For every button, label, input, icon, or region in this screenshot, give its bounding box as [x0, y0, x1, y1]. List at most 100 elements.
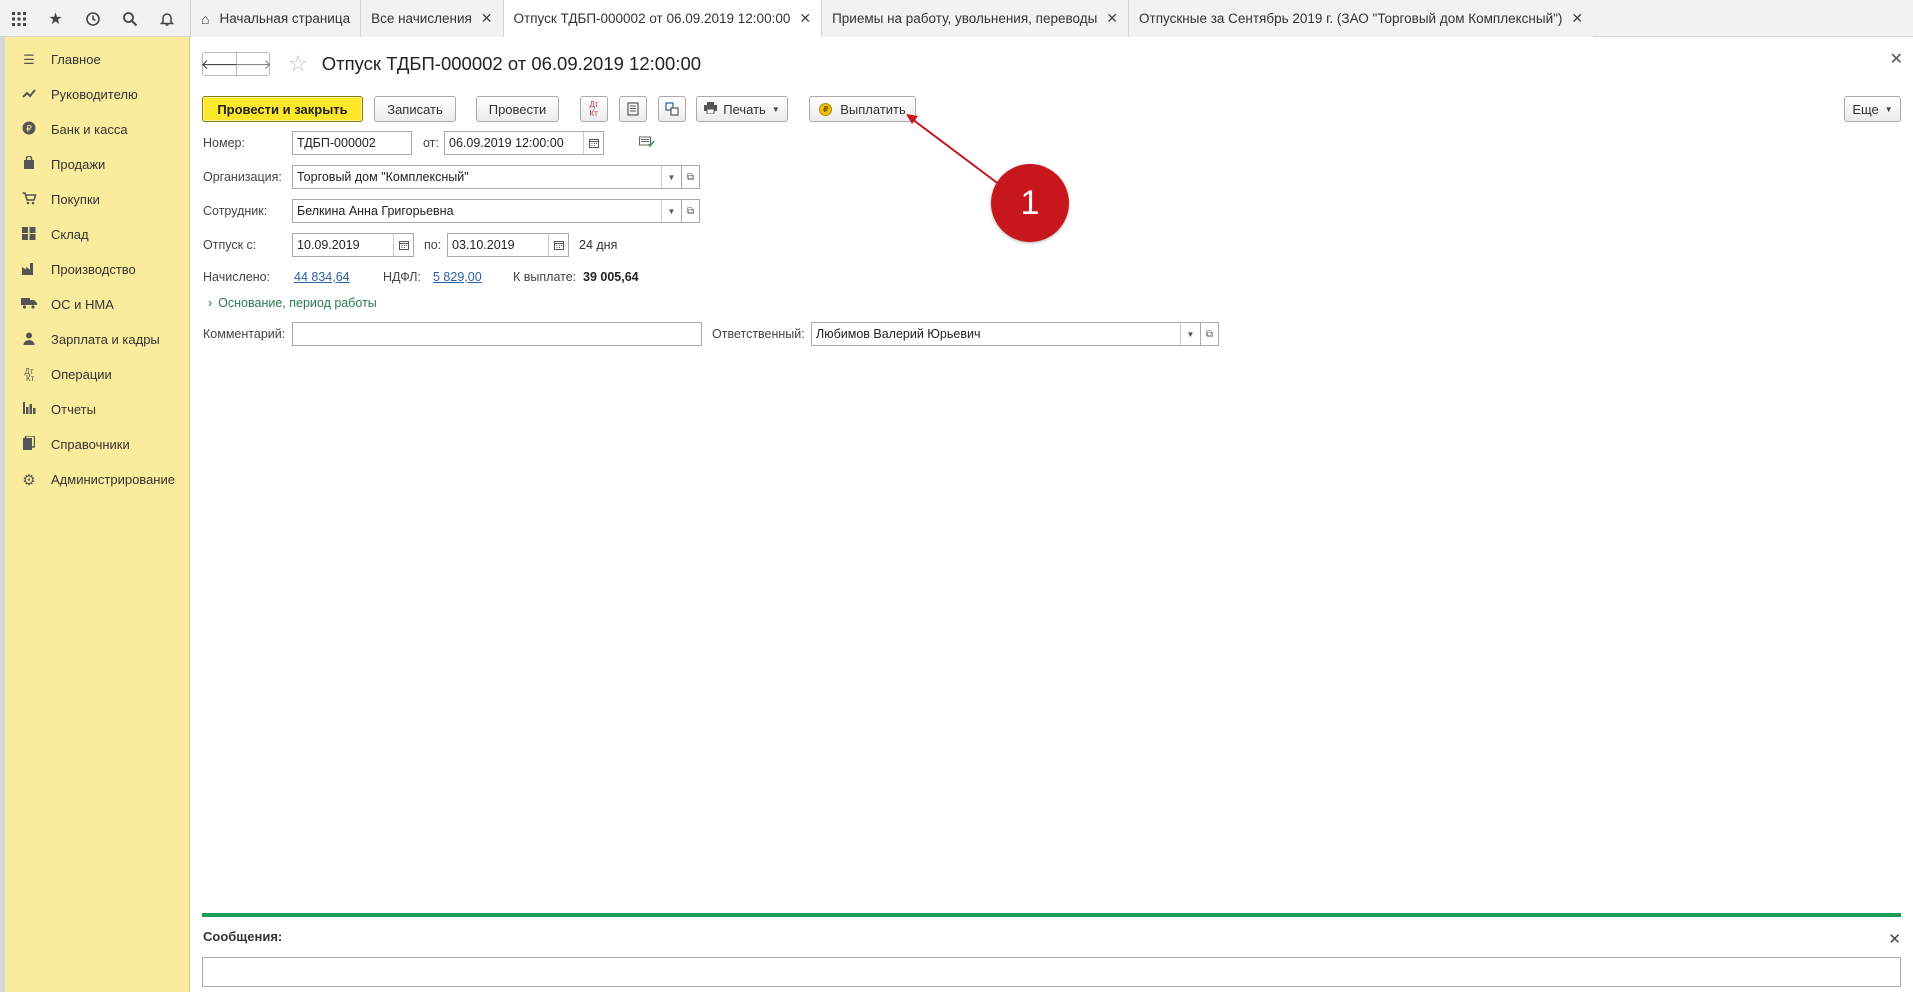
tab-vacation-document[interactable]: Отпуск ТДБП-000002 от 06.09.2019 12:00:0… — [502, 0, 822, 37]
sidebar-item-purchases[interactable]: Покупки — [5, 182, 189, 217]
sidebar-item-sales[interactable]: Продажи — [5, 147, 189, 182]
calendar-icon[interactable] — [583, 132, 603, 154]
tab-hiring-transfers[interactable]: Приемы на работу, увольнения, переводы ✕ — [821, 0, 1129, 37]
number-field[interactable]: ТДБП-000002 — [292, 131, 412, 155]
sidebar-item-label: Операции — [51, 367, 112, 382]
chevron-down-icon[interactable]: ▼ — [661, 200, 681, 222]
more-button[interactable]: Еще ▼ — [1844, 96, 1901, 122]
bell-icon[interactable] — [148, 0, 185, 37]
accrued-amount-link[interactable]: 44 834,64 — [294, 270, 350, 284]
sidebar-item-label: Склад — [51, 227, 89, 242]
post-and-close-button[interactable]: Провести и закрыть — [202, 96, 363, 122]
date-field[interactable]: 06.09.2019 12:00:00 — [444, 131, 604, 155]
page-title: Отпуск ТДБП-000002 от 06.09.2019 12:00:0… — [321, 53, 702, 74]
sidebar-item-label: Руководителю — [51, 87, 138, 102]
sidebar-item-main[interactable]: ☰ Главное — [5, 42, 189, 77]
sidebar-item-warehouse[interactable]: Склад — [5, 217, 189, 252]
sidebar-item-label: Зарплата и кадры — [51, 332, 160, 347]
sidebar-item-fixed-assets[interactable]: ОС и НМА — [5, 287, 189, 322]
print-button[interactable]: Печать ▼ — [696, 96, 788, 122]
open-icon[interactable]: ⧉ — [682, 165, 700, 189]
open-icon[interactable]: ⧉ — [1201, 322, 1219, 346]
comment-label: Комментарий: — [203, 327, 286, 341]
save-button[interactable]: Записать — [374, 96, 456, 122]
tab-all-accruals[interactable]: Все начисления ✕ — [360, 0, 503, 37]
organization-field[interactable]: Торговый дом "Комплексный" ▼ — [292, 165, 682, 189]
vacation-from-label: Отпуск с: — [203, 238, 257, 252]
cart-icon — [21, 191, 37, 208]
favorite-star-icon[interactable]: ☆ — [288, 51, 308, 77]
sidebar-item-bank[interactable]: ₽ Банк и касса — [5, 112, 189, 147]
history-nav: 🡐 🡒 — [201, 52, 272, 76]
sidebar-item-label: Администрирование — [51, 472, 175, 487]
calendar-icon[interactable] — [548, 234, 568, 256]
ndfl-amount-link[interactable]: 5 829,00 — [433, 270, 482, 284]
to-pay-label: К выплате: — [513, 270, 577, 284]
sidebar-item-label: Справочники — [51, 437, 130, 452]
comment-input[interactable] — [292, 322, 702, 346]
home-icon: ⌂ — [201, 10, 210, 27]
button-label: Провести и закрыть — [217, 101, 348, 117]
expander-label: Основание, период работы — [218, 296, 377, 310]
history-icon[interactable] — [74, 0, 111, 37]
employee-field[interactable]: Белкина Анна Григорьевна ▼ — [292, 199, 682, 223]
to-pay-amount: 39 005,64 — [583, 270, 639, 284]
form-header: 🡐 🡒 ☆ Отпуск ТДБП-000002 от 06.09.2019 1… — [201, 51, 702, 77]
star-icon[interactable]: ★ — [37, 0, 74, 37]
open-icon[interactable]: ⧉ — [682, 199, 700, 223]
employee-label: Сотрудник: — [203, 204, 268, 218]
chevron-down-icon[interactable]: ▼ — [1180, 323, 1200, 345]
chevron-down-icon: ▼ — [1884, 104, 1893, 114]
tab-home[interactable]: ⌂ Начальная страница — [190, 0, 361, 37]
sidebar-item-catalogs[interactable]: Справочники — [5, 427, 189, 462]
field-value: 10.09.2019 — [297, 238, 360, 252]
close-icon[interactable]: ✕ — [799, 10, 811, 27]
sidebar-item-operations[interactable]: Дт Кт Операции — [5, 357, 189, 392]
button-label: Записать — [387, 101, 443, 117]
close-icon[interactable]: ✕ — [1888, 930, 1901, 948]
document-list-icon[interactable] — [619, 96, 647, 122]
messages-divider — [202, 913, 1901, 917]
messages-area[interactable] — [202, 957, 1901, 987]
apps-grid-icon[interactable] — [0, 0, 37, 37]
structure-icon[interactable] — [658, 96, 686, 122]
chevron-down-icon: ▼ — [771, 104, 780, 114]
ruble-coin-icon: ₽ — [819, 102, 833, 116]
field-value: Торговый дом "Комплексный" — [297, 170, 469, 184]
back-arrow-icon[interactable]: 🡐 — [201, 53, 239, 75]
sidebar-item-administration[interactable]: ⚙ Администрирование — [5, 462, 189, 497]
sidebar-item-manager[interactable]: Руководителю — [5, 77, 189, 112]
vacation-from-field[interactable]: 10.09.2019 — [292, 233, 414, 257]
field-value: Белкина Анна Григорьевна — [297, 204, 454, 218]
close-icon[interactable]: ✕ — [481, 10, 493, 27]
forward-arrow-icon[interactable]: 🡒 — [234, 53, 272, 75]
responsible-field[interactable]: Любимов Валерий Юрьевич ▼ — [811, 322, 1201, 346]
sidebar-item-label: Производство — [51, 262, 136, 277]
close-icon[interactable]: ✕ — [1571, 10, 1583, 27]
close-icon[interactable]: ✕ — [1890, 49, 1903, 69]
sidebar-item-label: Продажи — [51, 157, 106, 172]
post-button[interactable]: Провести — [476, 96, 559, 122]
button-label: Еще — [1852, 101, 1879, 117]
sidebar-item-production[interactable]: Производство — [5, 252, 189, 287]
menu-lines-icon: ☰ — [23, 51, 35, 67]
truck-icon — [21, 297, 37, 312]
calendar-icon[interactable] — [393, 234, 413, 256]
dt-kt-icon[interactable]: Дт Кт — [580, 96, 608, 122]
sidebar-item-reports[interactable]: Отчеты — [5, 392, 189, 427]
close-icon[interactable]: ✕ — [1106, 10, 1118, 27]
pay-button[interactable]: ₽ Выплатить — [809, 96, 916, 122]
tab-vacation-pay-statement[interactable]: Отпускные за Сентябрь 2019 г. (ЗАО "Торг… — [1128, 0, 1594, 37]
factory-icon — [21, 262, 37, 278]
basis-expander[interactable]: › Основание, период работы — [208, 296, 377, 310]
search-icon[interactable] — [111, 0, 148, 37]
open-tabs: ⌂ Начальная страница Все начисления ✕ От… — [190, 0, 1594, 37]
dt-kt-icon: Дт Кт — [23, 366, 35, 383]
vacation-to-field[interactable]: 03.10.2019 — [447, 233, 569, 257]
chevron-down-icon[interactable]: ▼ — [661, 166, 681, 188]
sidebar-item-label: Покупки — [51, 192, 100, 207]
top-icon-group: ★ — [0, 0, 190, 37]
button-label: Выплатить — [840, 101, 906, 117]
sidebar-item-salary-hr[interactable]: Зарплата и кадры — [5, 322, 189, 357]
tab-label: Отпуск ТДБП-000002 от 06.09.2019 12:00:0… — [513, 11, 791, 26]
